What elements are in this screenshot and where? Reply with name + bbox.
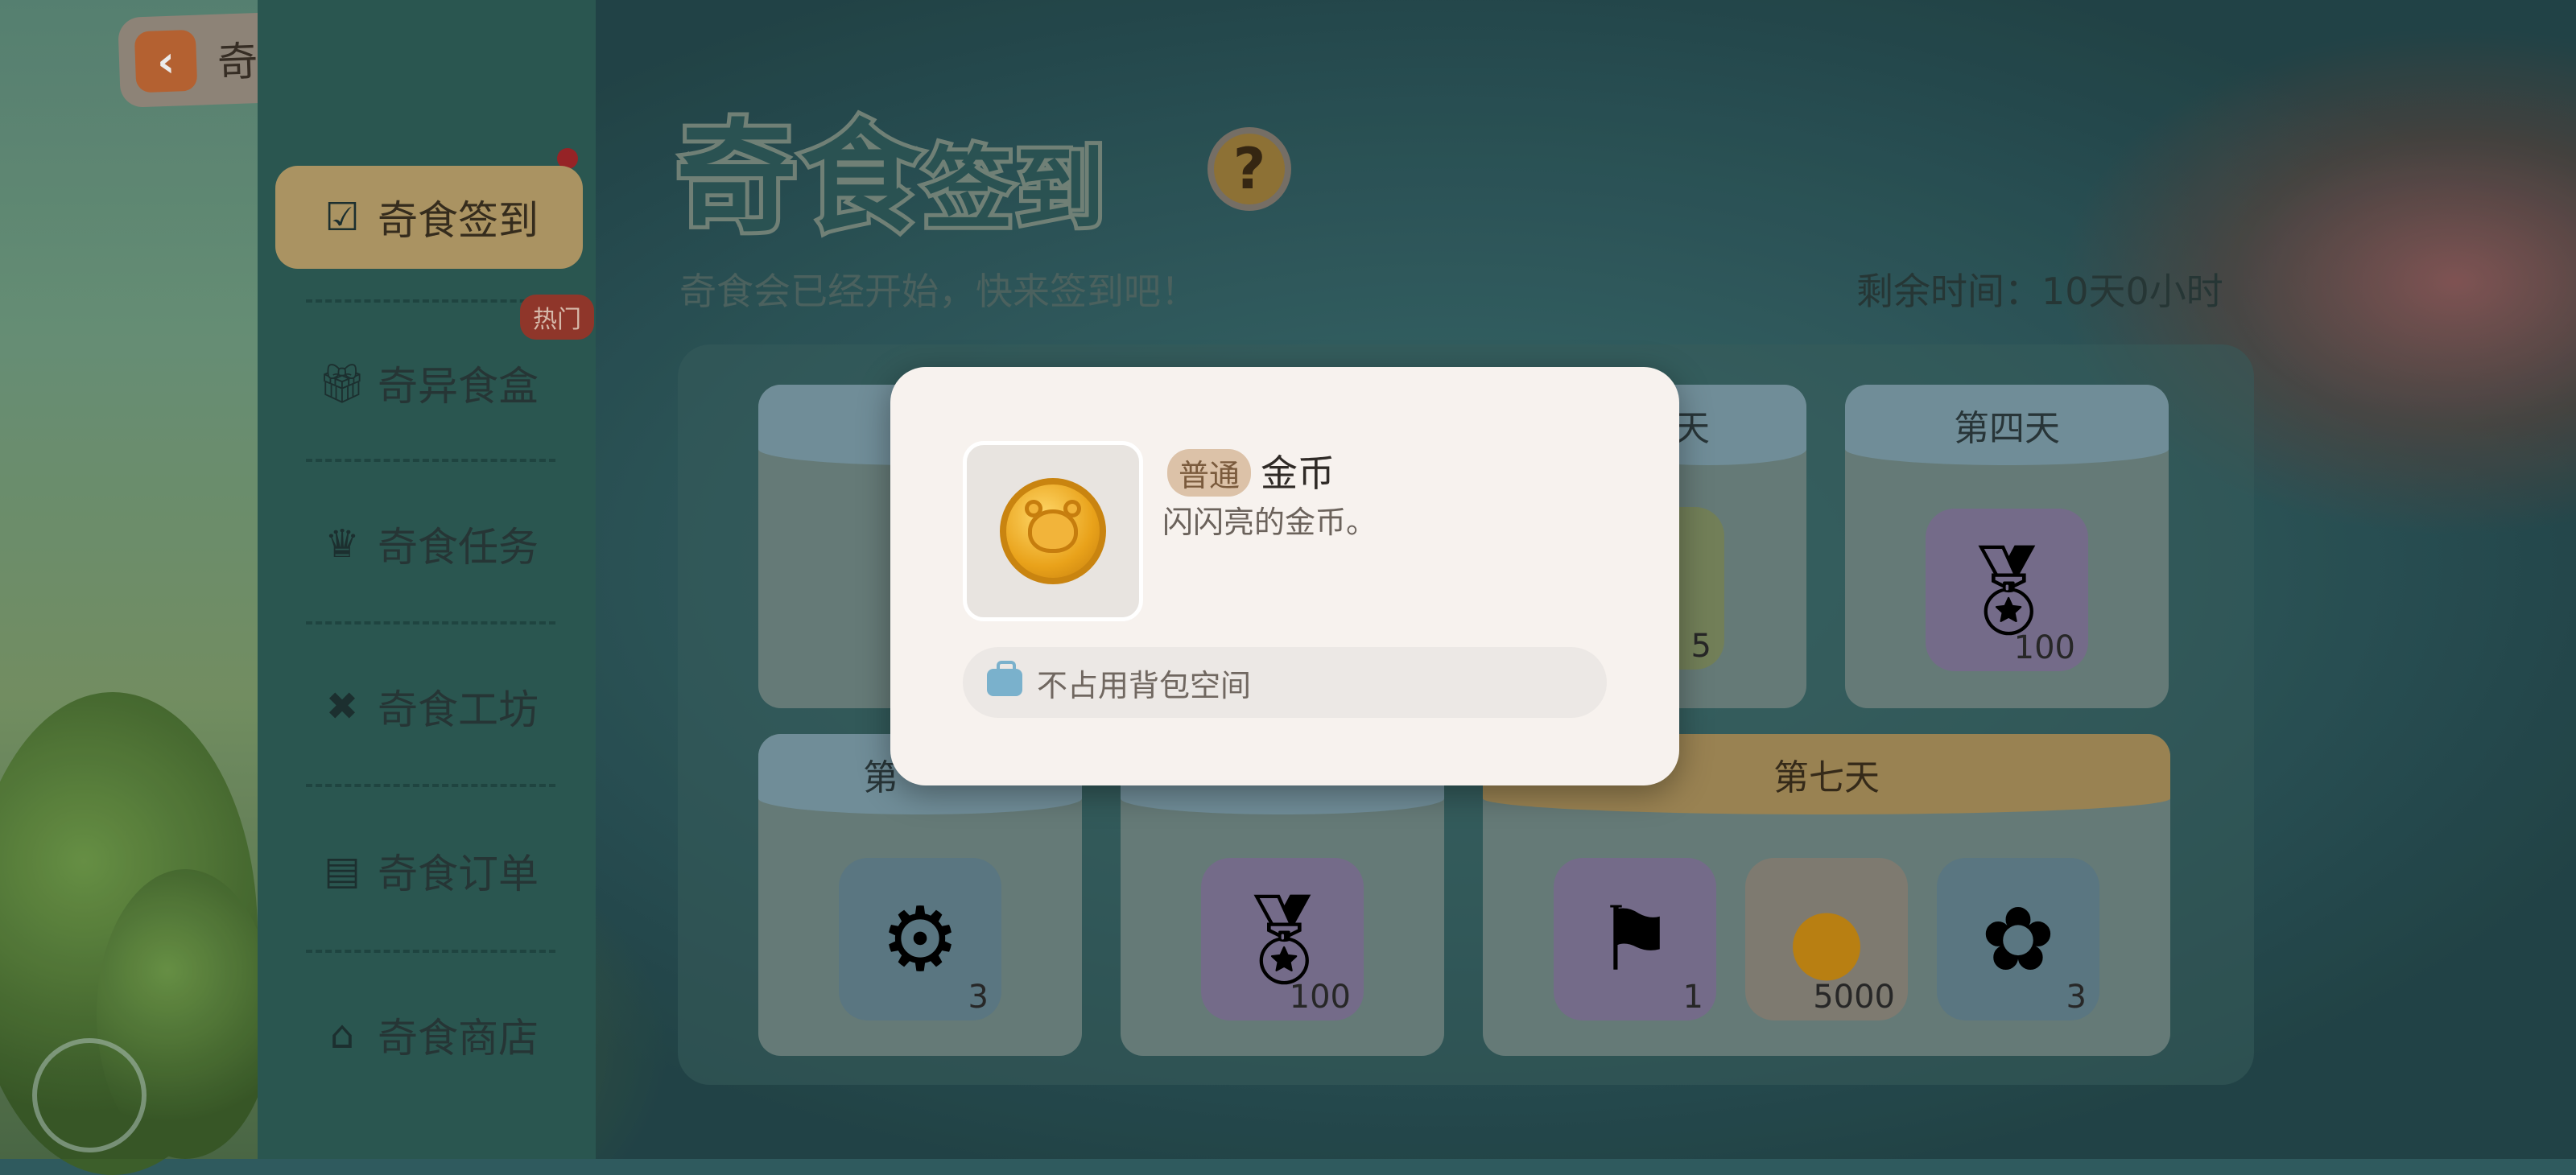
item-tooltip-popup: 普通 金币 闪闪亮的金币。 不占用背包空间 <box>890 367 1679 785</box>
item-description: 闪闪亮的金币。 <box>1162 505 1377 540</box>
item-name: 金币 <box>1261 451 1335 495</box>
bear-emblem-icon <box>1025 500 1081 553</box>
bag-icon <box>987 661 1022 696</box>
bag-note: 不占用背包空间 <box>963 647 1607 718</box>
gold-coin-icon <box>1000 478 1106 584</box>
bag-note-text: 不占用背包空间 <box>1037 667 1252 703</box>
item-icon-frame <box>963 441 1143 621</box>
rarity-badge: 普通 <box>1167 449 1252 497</box>
